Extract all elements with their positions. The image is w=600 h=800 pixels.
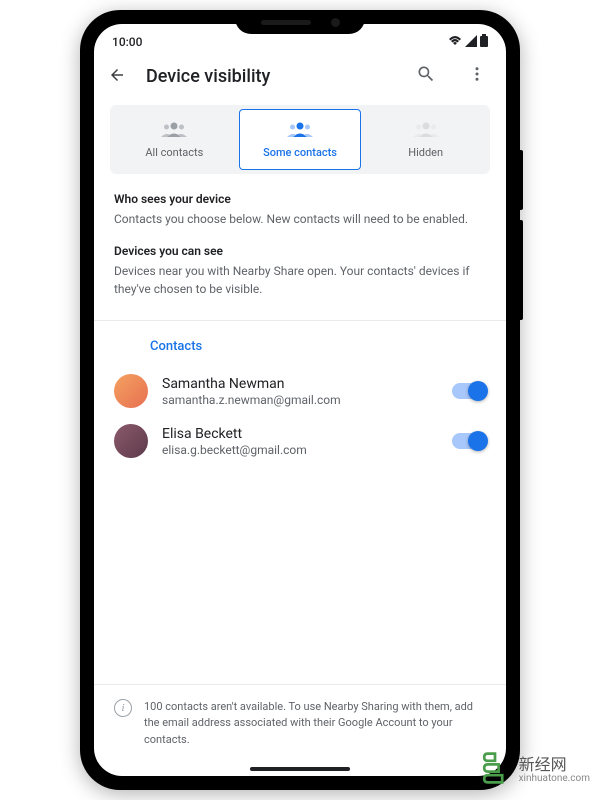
wifi-icon [448,35,462,50]
phone-screen: 10:00 Device visibility [94,24,506,776]
nav-bar [94,768,506,776]
tab-label: All contacts [145,146,203,159]
section-description: Contacts you choose below. New contacts … [114,210,486,228]
section-title: Devices you can see [114,244,486,258]
watermark-url: xinhuatone.com [519,773,590,784]
app-bar: Device visibility [94,56,506,101]
people-icon [161,120,187,142]
page-title: Device visibility [146,66,390,87]
avatar [114,424,148,458]
home-gesture-pill[interactable] [250,767,350,771]
contact-name: Elisa Beckett [162,426,438,442]
tab-label: Hidden [408,146,443,159]
people-icon [413,120,439,142]
contact-name: Samantha Newman [162,376,438,392]
footer-notice: i 100 contacts aren't available. To use … [94,684,506,769]
back-button[interactable] [108,65,126,89]
divider [94,320,506,321]
watermark-title: 新经网 [519,756,590,774]
watermark-logo-icon [477,750,513,790]
visibility-tabs: All contacts Some contacts Hidden [110,105,490,174]
contact-toggle[interactable] [452,383,486,399]
status-time: 10:00 [112,35,142,49]
who-sees-section: Who sees your device Contacts you choose… [94,192,506,244]
contact-email: samantha.z.newman@gmail.com [162,393,438,407]
contact-toggle[interactable] [452,433,486,449]
more-icon[interactable] [462,65,492,88]
tab-label: Some contacts [263,146,337,159]
signal-icon [465,35,477,50]
contacts-header: Contacts [94,331,506,366]
tab-hidden[interactable]: Hidden [365,109,486,170]
devices-section: Devices you can see Devices near you wit… [94,244,506,314]
contact-row: Elisa Beckett elisa.g.beckett@gmail.com [94,416,506,466]
footer-text: 100 contacts aren't available. To use Ne… [144,699,486,749]
watermark: 新经网 xinhuatone.com [477,750,590,790]
phone-frame: 10:00 Device visibility [80,10,520,790]
people-icon [287,120,313,142]
search-icon[interactable] [410,64,442,89]
contact-email: elisa.g.beckett@gmail.com [162,443,438,457]
battery-icon [480,34,488,50]
section-title: Who sees your device [114,192,486,206]
section-description: Devices near you with Nearby Share open.… [114,262,486,298]
avatar [114,374,148,408]
tab-some-contacts[interactable]: Some contacts [239,109,362,170]
phone-notch [235,10,365,34]
contact-row: Samantha Newman samantha.z.newman@gmail.… [94,366,506,416]
tab-all-contacts[interactable]: All contacts [114,109,235,170]
info-icon: i [114,699,132,717]
